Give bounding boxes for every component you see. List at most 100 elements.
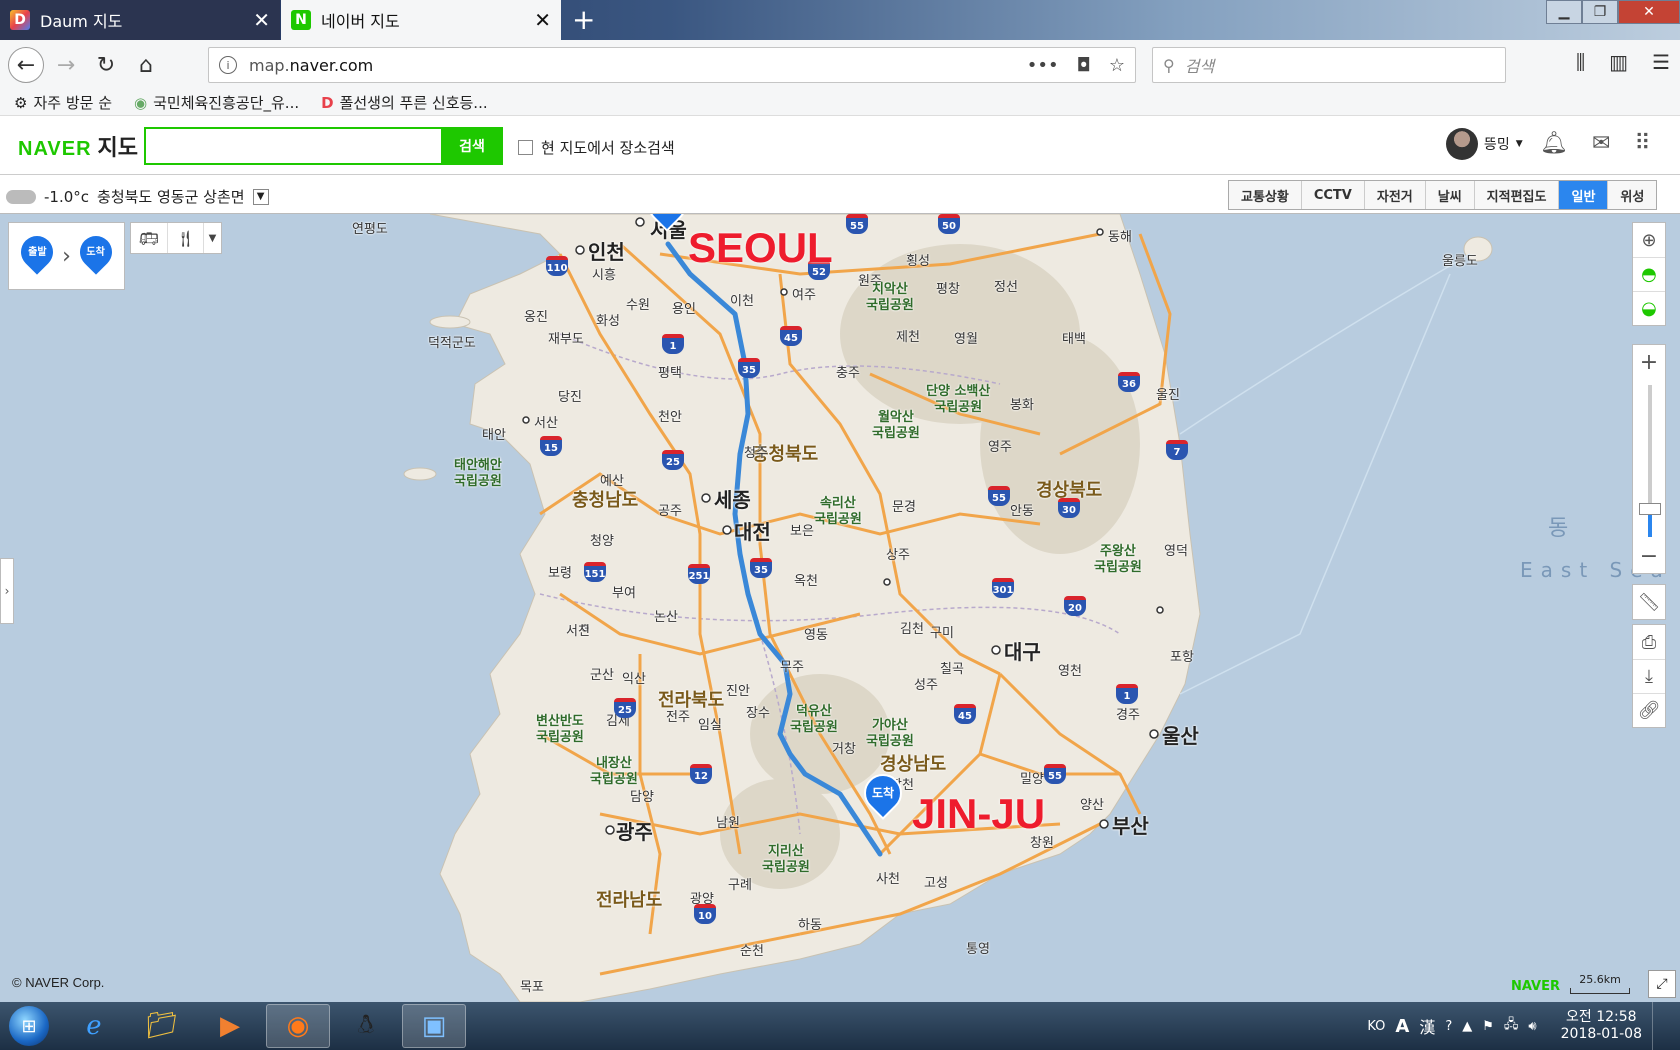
map-type-cadastral[interactable]: 지적편집도 bbox=[1473, 181, 1559, 209]
restore-button[interactable]: ❐ bbox=[1582, 0, 1618, 24]
photo-viewer-icon[interactable]: ▣ bbox=[402, 1004, 466, 1048]
park-label: 덕유산 국립공원 bbox=[790, 704, 838, 735]
place-label: 용인 bbox=[672, 302, 696, 317]
help-icon[interactable]: ? bbox=[1445, 1019, 1452, 1034]
bookmark-item[interactable]: ⚙ 자주 방문 순 bbox=[14, 92, 112, 113]
sidebar-icon[interactable]: ▥ bbox=[1609, 50, 1628, 74]
network-icon[interactable]: 🖧︎ bbox=[1504, 1015, 1519, 1037]
map-search-button[interactable]: 검색 bbox=[441, 127, 503, 165]
bell-icon[interactable]: 🔔︎ bbox=[1540, 131, 1568, 156]
windows-taskbar: ⊞ ℯ 📁︎ ▶ ◉ 🐧︎ ▣ KO A 漢 ? ▲ ⚑ 🖧︎ 🔊︎ 오전 12… bbox=[0, 1002, 1680, 1050]
place-label: 평택 bbox=[658, 366, 682, 381]
site-info-icon[interactable]: i bbox=[219, 56, 237, 74]
pocket-icon[interactable]: ◘ bbox=[1077, 55, 1091, 76]
street-view-icon[interactable]: ◓ bbox=[1633, 257, 1665, 291]
show-hidden-icons-icon[interactable]: ▲ bbox=[1462, 1019, 1472, 1034]
chevron-down-icon[interactable]: ▼ bbox=[203, 223, 221, 253]
park-label: 단양 소백산 국립공원 bbox=[926, 384, 991, 415]
tab-naver-map[interactable]: N 네이버 지도 ✕ bbox=[281, 0, 561, 40]
media-player-icon[interactable]: ▶ bbox=[198, 1004, 262, 1048]
map-canvas[interactable]: 출발 › 도착 🚌︎ 🍴︎ ▼ › 인천 서울 세종 대전 대구 울산 부산 광… bbox=[0, 214, 1680, 1002]
current-location-icon[interactable]: ⊕ bbox=[1633, 223, 1665, 257]
qq-icon[interactable]: 🐧︎ bbox=[334, 1004, 398, 1048]
zoom-out-button[interactable]: − bbox=[1633, 539, 1665, 573]
naver-map-logo[interactable]: NAVER 지도 bbox=[18, 130, 138, 162]
map-type-traffic[interactable]: 교통상황 bbox=[1229, 181, 1301, 209]
bookmark-star-icon[interactable]: ☆ bbox=[1109, 55, 1125, 76]
new-tab-button[interactable]: + bbox=[572, 4, 595, 36]
back-button[interactable]: ← bbox=[8, 47, 44, 83]
place-label: 성주 bbox=[914, 678, 938, 693]
highway-shield-icon: 36 bbox=[1118, 372, 1140, 392]
internet-explorer-icon[interactable]: ℯ bbox=[62, 1004, 126, 1048]
bookmark-item[interactable]: ◉ 국민체육진흥공단_유... bbox=[134, 92, 299, 113]
route-summary-panel[interactable]: 출발 › 도착 bbox=[8, 222, 125, 290]
destination-marker-icon[interactable]: 도착 bbox=[856, 766, 910, 824]
input-language[interactable]: KO bbox=[1367, 1019, 1385, 1034]
forward-button[interactable]: → bbox=[48, 47, 84, 83]
firefox-icon[interactable]: ◉ bbox=[266, 1004, 330, 1048]
page-actions-icon[interactable]: ••• bbox=[1027, 55, 1059, 76]
map-type-weather[interactable]: 날씨 bbox=[1424, 181, 1474, 209]
user-profile[interactable]: 뜽밍 ▼ bbox=[1446, 128, 1523, 160]
browser-search-bar[interactable]: ⚲ 검색 bbox=[1152, 47, 1506, 83]
volume-icon[interactable]: 🔊︎ bbox=[1528, 1019, 1536, 1034]
place-label: 양산 bbox=[1080, 798, 1104, 813]
ruler-icon[interactable]: 📏︎ bbox=[1633, 585, 1665, 619]
jinju-annotation: JIN-JU bbox=[912, 790, 1046, 837]
close-window-button[interactable]: ✕ bbox=[1618, 0, 1680, 24]
zoom-in-button[interactable]: + bbox=[1633, 345, 1665, 379]
system-clock[interactable]: 오전 12:58 2018-01-08 bbox=[1561, 1009, 1642, 1043]
location-dropdown-icon[interactable]: ▼ bbox=[252, 188, 269, 205]
bus-icon[interactable]: 🚌︎ bbox=[131, 223, 167, 253]
place-label: 상주 bbox=[886, 548, 910, 563]
map-type-normal[interactable]: 일반 bbox=[1558, 181, 1608, 209]
reload-button[interactable]: ↻ bbox=[88, 47, 124, 83]
link-icon[interactable]: 🔗︎ bbox=[1633, 693, 1665, 727]
place-label: 전주 bbox=[666, 710, 690, 725]
library-icon[interactable]: ⫼ bbox=[1576, 50, 1585, 74]
place-label: 서산 bbox=[534, 416, 558, 431]
show-desktop-button[interactable] bbox=[1652, 1002, 1666, 1050]
panel-toggle-button[interactable]: › bbox=[0, 558, 14, 624]
map-type-satellite[interactable]: 위성 bbox=[1607, 181, 1657, 209]
print-icon[interactable]: ⎙ bbox=[1633, 625, 1665, 659]
close-tab-icon[interactable]: ✕ bbox=[534, 10, 551, 30]
place-label: 밀양 bbox=[1020, 772, 1044, 787]
place-label: 장수 bbox=[746, 706, 770, 721]
bookmark-label: 폴선생의 푸른 신호등... bbox=[339, 94, 488, 112]
zoom-slider-handle[interactable] bbox=[1639, 503, 1661, 515]
apps-grid-icon[interactable]: ⠿ bbox=[1634, 131, 1650, 156]
start-button[interactable]: ⊞ bbox=[0, 1002, 58, 1050]
save-icon[interactable]: ⤓ bbox=[1633, 659, 1665, 693]
checkbox-box[interactable] bbox=[518, 140, 533, 155]
highway-shield-icon: 7 bbox=[1166, 440, 1188, 460]
menu-icon[interactable]: ☰ bbox=[1652, 50, 1670, 74]
header-icons: 🔔︎ ✉ ⠿ bbox=[1540, 131, 1651, 156]
hanja-mode[interactable]: 漢 bbox=[1419, 1014, 1435, 1038]
mail-icon[interactable]: ✉ bbox=[1592, 131, 1610, 156]
close-tab-icon[interactable]: ✕ bbox=[253, 10, 270, 30]
area-search-checkbox[interactable]: 현 지도에서 장소검색 bbox=[518, 137, 675, 158]
fullscreen-icon[interactable]: ⤢ bbox=[1648, 970, 1676, 998]
minimize-button[interactable]: ▁ bbox=[1546, 0, 1582, 24]
map-search-input[interactable] bbox=[144, 127, 442, 165]
map-type-bicycle[interactable]: 자전거 bbox=[1363, 181, 1425, 209]
home-button[interactable]: ⌂ bbox=[128, 47, 164, 83]
tab-daum-map[interactable]: D Daum 지도 ✕ bbox=[0, 0, 280, 40]
url-bar[interactable]: i map. naver.com ••• ◘ ☆ bbox=[208, 47, 1136, 83]
ime-mode[interactable]: A bbox=[1395, 1016, 1409, 1037]
restaurant-icon[interactable]: 🍴︎ bbox=[167, 223, 203, 253]
place-label: 공주 bbox=[658, 504, 682, 519]
flag-icon[interactable]: ⚑ bbox=[1482, 1019, 1494, 1034]
place-label: 부산 bbox=[1112, 814, 1149, 838]
bookmark-item[interactable]: D 폴선생의 푸른 신호등... bbox=[321, 92, 488, 113]
place-label: 사천 bbox=[876, 872, 900, 887]
output-control-group: ⎙ ⤓ 🔗︎ bbox=[1632, 624, 1666, 728]
place-label: 거창 bbox=[832, 742, 856, 757]
file-explorer-icon[interactable]: 📁︎ bbox=[130, 1004, 194, 1048]
start-marker-icon[interactable] bbox=[640, 214, 694, 236]
map-type-cctv[interactable]: CCTV bbox=[1300, 181, 1364, 209]
place-label: 세종 bbox=[714, 488, 751, 512]
terrain-icon[interactable]: ◒ bbox=[1633, 291, 1665, 325]
